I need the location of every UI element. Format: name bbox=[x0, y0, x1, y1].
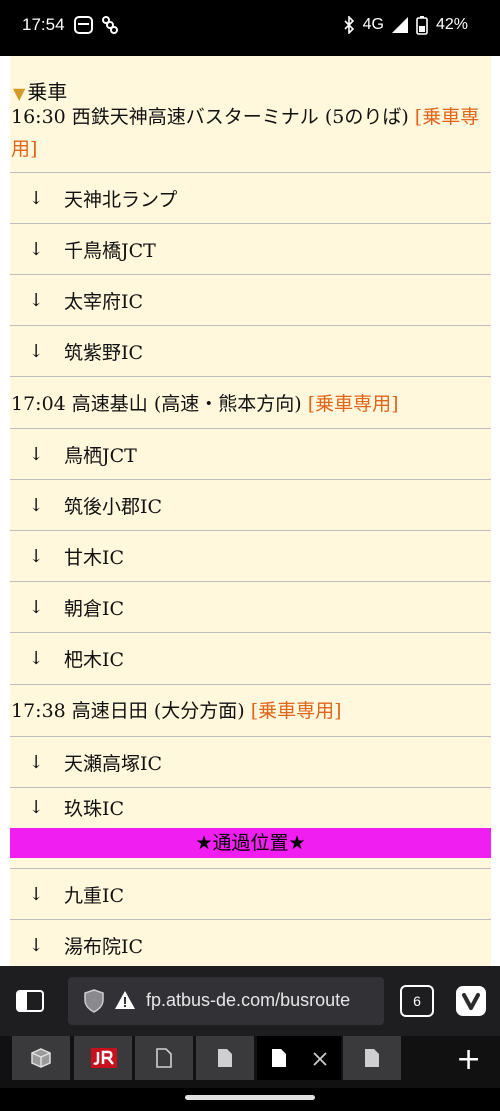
tab-count-button[interactable]: 6 bbox=[400, 985, 434, 1017]
list-item: ↓ 天神北ランプ bbox=[10, 172, 491, 223]
network-type: 4G bbox=[362, 16, 384, 33]
stop-time-name: 16:30 西鉄天神高速バスターミナル (5のりば) bbox=[11, 106, 409, 128]
pass-position-banner: ★通過位置★ bbox=[10, 828, 491, 858]
home-indicator[interactable] bbox=[185, 1095, 315, 1100]
signal-icon bbox=[391, 17, 408, 33]
url-text[interactable]: fp.atbus-de.com/busroute bbox=[146, 990, 350, 1011]
cube-icon bbox=[31, 1048, 51, 1068]
stop-tag: [乗車専用] bbox=[307, 393, 399, 415]
tab-page[interactable] bbox=[343, 1036, 401, 1080]
list-item: ↓ 九重IC bbox=[10, 868, 491, 919]
list-item: ↓ 湯布院IC bbox=[10, 919, 491, 966]
list-item: ↓ 玖珠IC bbox=[10, 787, 491, 827]
list-item: ↓ 千鳥橋JCT bbox=[10, 223, 491, 274]
list-item: ↓ 朝倉IC bbox=[10, 581, 491, 632]
close-icon[interactable] bbox=[313, 1052, 327, 1066]
vivaldi-icon[interactable] bbox=[456, 986, 486, 1016]
divider bbox=[10, 684, 491, 685]
list-item: ↓ 筑後小郡IC bbox=[10, 479, 491, 530]
stop-tenjin: 16:30 西鉄天神高速バスターミナル (5のりば) [乗車専用] bbox=[10, 101, 491, 165]
list-item: ↓ 甘木IC bbox=[10, 530, 491, 581]
list-item: ↓ 杷木IC bbox=[10, 632, 491, 683]
bluetooth-icon bbox=[344, 16, 354, 34]
battery-level: 42% bbox=[435, 16, 468, 33]
list-item: ↓ 鳥栖JCT bbox=[10, 428, 491, 479]
route-panel: ▼ 乗車 16:30 西鉄天神高速バスターミナル (5のりば) [乗車専用] ↓ 天… bbox=[10, 56, 491, 966]
status-right-icons: 4G 42% bbox=[343, 15, 468, 35]
battery-icon bbox=[416, 16, 428, 35]
tab-jr[interactable] bbox=[74, 1036, 132, 1080]
tab-page[interactable] bbox=[135, 1036, 193, 1080]
divider bbox=[10, 376, 491, 377]
notification-app-icon bbox=[74, 16, 93, 34]
plus-icon[interactable]: + bbox=[456, 1042, 481, 1077]
stop-time-name: 17:38 高速日田 (大分方面) bbox=[11, 700, 245, 722]
document-icon bbox=[272, 1049, 286, 1067]
document-icon bbox=[156, 1048, 172, 1068]
address-bar[interactable]: fp.atbus-de.com/busroute bbox=[68, 977, 384, 1025]
shield-icon[interactable] bbox=[84, 989, 104, 1013]
tab-page[interactable] bbox=[196, 1036, 254, 1080]
document-icon bbox=[365, 1049, 379, 1067]
tab-active[interactable] bbox=[257, 1036, 341, 1080]
web-page: ▼ 乗車 16:30 西鉄天神高速バスターミナル (5のりば) [乗車専用] ↓ 天… bbox=[0, 56, 500, 966]
gesture-nav-bar bbox=[0, 1088, 500, 1111]
stop-tag: [乗車専用] bbox=[250, 700, 342, 722]
tab-strip: + bbox=[0, 1036, 500, 1088]
pinwheel-icon bbox=[102, 16, 118, 34]
list-item: ↓ 筑紫野IC bbox=[10, 325, 491, 376]
list-item: ↓ 太宰府IC bbox=[10, 274, 491, 325]
stop-hita: 17:38 高速日田 (大分方面) [乗車専用] bbox=[10, 695, 491, 727]
sidebar-panel-icon[interactable] bbox=[16, 990, 44, 1012]
warning-icon[interactable] bbox=[114, 990, 136, 1010]
document-icon bbox=[218, 1049, 232, 1067]
status-time: 17:54 bbox=[22, 15, 65, 34]
tab-cube[interactable] bbox=[12, 1036, 70, 1080]
stop-time-name: 17:04 高速基山 (高速・熊本方向) bbox=[11, 393, 302, 415]
jr-logo-icon bbox=[91, 1048, 117, 1068]
browser-toolbar: fp.atbus-de.com/busroute 6 bbox=[0, 966, 500, 1036]
list-item: ↓ 天瀬高塚IC bbox=[10, 736, 491, 787]
status-bar: 17:54 4G 42% bbox=[0, 0, 500, 56]
stop-kiyama: 17:04 高速基山 (高速・熊本方向) [乗車専用] bbox=[10, 388, 491, 420]
